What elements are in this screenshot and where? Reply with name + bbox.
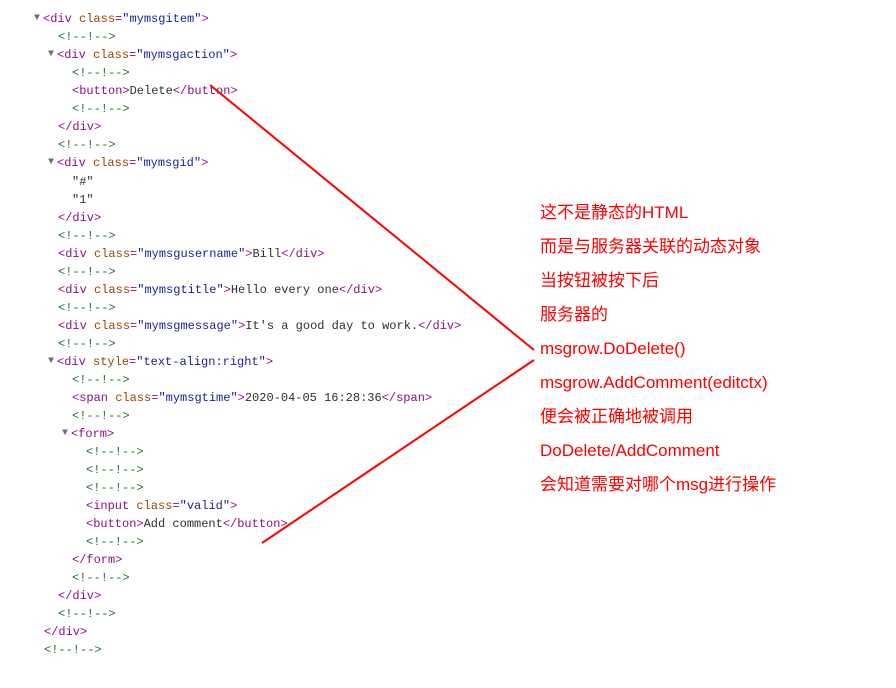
comment-node: <!--!--> bbox=[58, 301, 116, 315]
comment-node: <!--!--> bbox=[58, 30, 116, 44]
tree-row[interactable]: <button>Delete</button> bbox=[4, 82, 892, 100]
annotation-line: msgrow.AddComment(editctx) bbox=[540, 366, 776, 400]
annotation-line: 服务器的 bbox=[540, 298, 776, 332]
annotation-line: 会知道需要对哪个msg进行操作 bbox=[540, 468, 776, 502]
comment-node: <!--!--> bbox=[72, 102, 130, 116]
text-node: Hello every one bbox=[231, 283, 339, 297]
tree-row[interactable]: ▼<div class="mymsgaction"> bbox=[4, 46, 892, 64]
annotation-line: DoDelete/AddComment bbox=[540, 434, 776, 468]
text-node: "#" bbox=[72, 175, 94, 189]
tree-row[interactable]: <!--!--> bbox=[4, 569, 892, 587]
tree-row[interactable]: <!--!--> bbox=[4, 136, 892, 154]
tree-row[interactable]: <!--!--> bbox=[4, 605, 892, 623]
tree-row[interactable]: <!--!--> bbox=[4, 28, 892, 46]
text-node: "1" bbox=[72, 193, 94, 207]
comment-node: <!--!--> bbox=[58, 229, 116, 243]
tree-row[interactable]: </div> bbox=[4, 623, 892, 641]
comment-node: <!--!--> bbox=[72, 571, 130, 585]
tree-row[interactable]: <!--!--> bbox=[4, 641, 892, 659]
tree-row[interactable]: <button>Add comment</button> bbox=[4, 515, 892, 533]
comment-node: <!--!--> bbox=[58, 337, 116, 351]
comment-node: <!--!--> bbox=[58, 138, 116, 152]
text-node: It's a good day to work. bbox=[245, 319, 418, 333]
annotation-line: 当按钮被按下后 bbox=[540, 264, 776, 298]
comment-node: <!--!--> bbox=[58, 607, 116, 621]
comment-node: <!--!--> bbox=[72, 373, 130, 387]
tree-row[interactable]: </form> bbox=[4, 551, 892, 569]
tree-row[interactable]: <!--!--> bbox=[4, 100, 892, 118]
caret-down-icon[interactable]: ▼ bbox=[60, 425, 70, 443]
comment-node: <!--!--> bbox=[86, 463, 144, 477]
comment-node: <!--!--> bbox=[86, 481, 144, 495]
text-node: 2020-04-05 16:28:36 bbox=[245, 391, 382, 405]
caret-down-icon[interactable]: ▼ bbox=[32, 10, 42, 28]
tree-row[interactable]: "#" bbox=[4, 173, 892, 191]
comment-node: <!--!--> bbox=[44, 643, 102, 657]
add-comment-button-text: Add comment bbox=[144, 517, 223, 531]
comment-node: <!--!--> bbox=[58, 265, 116, 279]
annotation-line: 这不是静态的HTML bbox=[540, 196, 776, 230]
caret-down-icon[interactable]: ▼ bbox=[46, 154, 56, 172]
comment-node: <!--!--> bbox=[86, 445, 144, 459]
tree-row[interactable]: </div> bbox=[4, 587, 892, 605]
tree-row[interactable]: </div> bbox=[4, 118, 892, 136]
comment-node: <!--!--> bbox=[72, 66, 130, 80]
caret-down-icon[interactable]: ▼ bbox=[46, 46, 56, 64]
tree-row[interactable]: ▼<div class="mymsgid"> bbox=[4, 154, 892, 172]
comment-node: <!--!--> bbox=[86, 535, 144, 549]
caret-down-icon[interactable]: ▼ bbox=[46, 353, 56, 371]
tree-row[interactable]: <!--!--> bbox=[4, 533, 892, 551]
tree-row[interactable]: ▼<div class="mymsgitem"> bbox=[4, 10, 892, 28]
tree-row[interactable]: <!--!--> bbox=[4, 64, 892, 82]
annotation-line: msgrow.DoDelete() bbox=[540, 332, 776, 366]
annotation-block: 这不是静态的HTML 而是与服务器关联的动态对象 当按钮被按下后 服务器的 ms… bbox=[540, 196, 776, 502]
text-node: Bill bbox=[252, 247, 281, 261]
annotation-line: 而是与服务器关联的动态对象 bbox=[540, 230, 776, 264]
annotation-line: 便会被正确地被调用 bbox=[540, 400, 776, 434]
delete-button-text: Delete bbox=[130, 84, 173, 98]
comment-node: <!--!--> bbox=[72, 409, 130, 423]
